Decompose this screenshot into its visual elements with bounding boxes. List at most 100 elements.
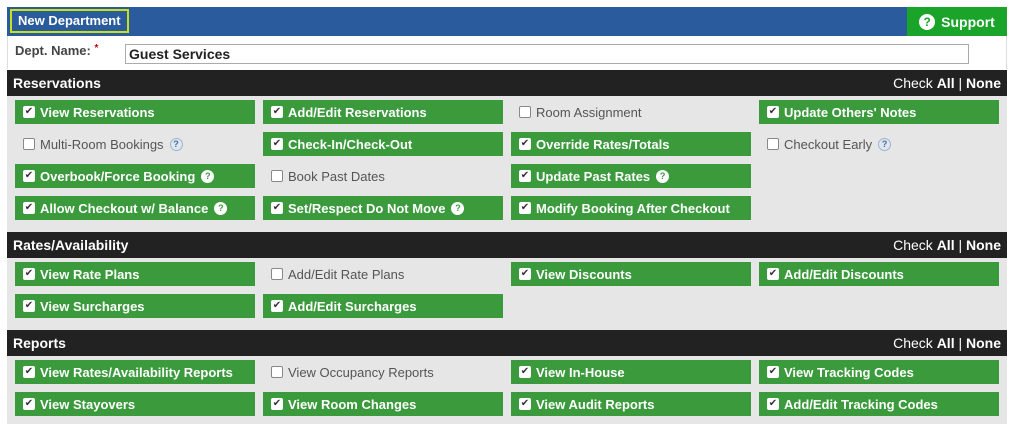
help-icon[interactable]: ? bbox=[169, 137, 183, 151]
checkbox-checked-icon[interactable]: ✔ bbox=[767, 268, 779, 280]
permission-label: View Rate Plans bbox=[40, 266, 140, 282]
section-body: ✔ View Rate Plans Add/Edit Rate Plans ✔ View… bbox=[7, 258, 1007, 330]
permission-checkbox[interactable]: ✔ View Audit Reports bbox=[511, 392, 751, 416]
checkbox-unchecked-icon[interactable] bbox=[271, 366, 283, 378]
check-links: Check All | None bbox=[893, 237, 1001, 253]
check-none-link[interactable]: None bbox=[966, 75, 1001, 91]
permission-checkbox[interactable]: ✔ Allow Checkout w/ Balance? bbox=[15, 196, 255, 220]
checkbox-checked-icon[interactable]: ✔ bbox=[519, 202, 531, 214]
permission-checkbox[interactable]: ✔ Override Rates/Totals bbox=[511, 132, 751, 156]
required-marker: * bbox=[94, 43, 99, 54]
help-icon[interactable]: ? bbox=[656, 169, 670, 183]
permission-checkbox[interactable]: View Occupancy Reports bbox=[263, 360, 503, 384]
permission-label: Checkout Early bbox=[784, 136, 873, 152]
support-label: Support bbox=[941, 13, 995, 30]
permission-label: Set/Respect Do Not Move bbox=[288, 200, 446, 216]
checkbox-checked-icon[interactable]: ✔ bbox=[519, 366, 531, 378]
permission-label: View Reservations bbox=[40, 104, 155, 120]
permission-label: Add/Edit Tracking Codes bbox=[784, 396, 938, 412]
permission-label: Update Others' Notes bbox=[784, 104, 917, 120]
permission-checkbox[interactable]: ✔ Modify Booking After Checkout bbox=[511, 196, 751, 220]
permission-checkbox[interactable]: ✔ Add/Edit Surcharges bbox=[263, 294, 503, 318]
check-none-link[interactable]: None bbox=[966, 237, 1001, 253]
checkbox-checked-icon[interactable]: ✔ bbox=[23, 268, 35, 280]
permission-checkbox[interactable]: ✔ View Discounts bbox=[511, 262, 751, 286]
checkbox-checked-icon[interactable]: ✔ bbox=[519, 398, 531, 410]
checkbox-checked-icon[interactable]: ✔ bbox=[23, 366, 35, 378]
permission-checkbox[interactable]: Checkout Early? bbox=[759, 132, 999, 156]
permission-checkbox[interactable]: ✔ View Stayovers bbox=[15, 392, 255, 416]
section-body: ✔ View Reservations ✔ Add/Edit Reservations… bbox=[7, 96, 1007, 232]
help-icon[interactable]: ? bbox=[214, 201, 228, 215]
permission-label: Check-In/Check-Out bbox=[288, 136, 413, 152]
check-none-link[interactable]: None bbox=[966, 335, 1001, 351]
checkbox-checked-icon[interactable]: ✔ bbox=[519, 138, 531, 150]
check-all-link[interactable]: All bbox=[937, 335, 955, 351]
permission-label: View Room Changes bbox=[288, 396, 417, 412]
permission-label: View Discounts bbox=[536, 266, 632, 282]
permission-label: View Audit Reports bbox=[536, 396, 655, 412]
checkbox-unchecked-icon[interactable] bbox=[767, 138, 779, 150]
permission-label: Modify Booking After Checkout bbox=[536, 200, 730, 216]
checkbox-checked-icon[interactable]: ✔ bbox=[271, 106, 283, 118]
checkbox-checked-icon[interactable]: ✔ bbox=[271, 300, 283, 312]
permission-label: View Tracking Codes bbox=[784, 364, 914, 380]
permission-checkbox[interactable]: ✔ View Surcharges bbox=[15, 294, 255, 318]
section-body: ✔ View Rates/Availability Reports View Occ… bbox=[7, 356, 1007, 424]
permission-checkbox[interactable]: Book Past Dates bbox=[263, 164, 503, 188]
checkbox-unchecked-icon[interactable] bbox=[271, 268, 283, 280]
support-button[interactable]: ? Support bbox=[907, 7, 1007, 36]
checkbox-checked-icon[interactable]: ✔ bbox=[519, 170, 531, 182]
permission-checkbox[interactable]: ✔ Add/Edit Tracking Codes bbox=[759, 392, 999, 416]
checkbox-unchecked-icon[interactable] bbox=[271, 170, 283, 182]
checkbox-checked-icon[interactable]: ✔ bbox=[23, 170, 35, 182]
question-circle-icon: ? bbox=[919, 13, 936, 30]
permission-checkbox[interactable]: ✔ View Room Changes bbox=[263, 392, 503, 416]
checkbox-checked-icon[interactable]: ✔ bbox=[23, 202, 35, 214]
check-links: Check All | None bbox=[893, 335, 1001, 351]
permission-checkbox[interactable]: Room Assignment bbox=[511, 100, 751, 124]
permission-label: Allow Checkout w/ Balance bbox=[40, 200, 209, 216]
permission-checkbox[interactable]: ✔ Set/Respect Do Not Move? bbox=[263, 196, 503, 220]
permission-checkbox[interactable]: Add/Edit Rate Plans bbox=[263, 262, 503, 286]
permission-checkbox[interactable]: ✔ View Rate Plans bbox=[15, 262, 255, 286]
checkbox-checked-icon[interactable]: ✔ bbox=[23, 106, 35, 118]
permission-label: View Occupancy Reports bbox=[288, 364, 434, 380]
checkbox-checked-icon[interactable]: ✔ bbox=[23, 300, 35, 312]
permission-checkbox[interactable]: ✔ Overbook/Force Booking? bbox=[15, 164, 255, 188]
check-links: Check All | None bbox=[893, 75, 1001, 91]
checkbox-checked-icon[interactable]: ✔ bbox=[23, 398, 35, 410]
check-all-link[interactable]: All bbox=[937, 75, 955, 91]
help-icon[interactable]: ? bbox=[201, 169, 215, 183]
permission-checkbox[interactable]: ✔ Check-In/Check-Out bbox=[263, 132, 503, 156]
checkbox-checked-icon[interactable]: ✔ bbox=[271, 202, 283, 214]
checkbox-checked-icon[interactable]: ✔ bbox=[271, 138, 283, 150]
dept-name-input[interactable] bbox=[125, 44, 969, 64]
permission-checkbox[interactable]: ✔ Update Past Rates? bbox=[511, 164, 751, 188]
permission-checkbox[interactable]: ✔ View Rates/Availability Reports bbox=[15, 360, 255, 384]
checkbox-unchecked-icon[interactable] bbox=[23, 138, 35, 150]
permission-label: Add/Edit Reservations bbox=[288, 104, 427, 120]
page-title: New Department bbox=[10, 9, 129, 33]
permission-label: View Rates/Availability Reports bbox=[40, 364, 233, 380]
section-header: Rates/Availability Check All | None bbox=[7, 232, 1007, 258]
help-icon[interactable]: ? bbox=[451, 201, 465, 215]
permission-label: Book Past Dates bbox=[288, 168, 385, 184]
check-all-link[interactable]: All bbox=[937, 237, 955, 253]
checkbox-checked-icon[interactable]: ✔ bbox=[519, 268, 531, 280]
checkbox-unchecked-icon[interactable] bbox=[519, 106, 531, 118]
permission-checkbox[interactable]: ✔ View Tracking Codes bbox=[759, 360, 999, 384]
help-icon[interactable]: ? bbox=[878, 137, 892, 151]
permission-checkbox[interactable]: ✔ Update Others' Notes bbox=[759, 100, 999, 124]
permission-checkbox[interactable]: ✔ Add/Edit Reservations bbox=[263, 100, 503, 124]
checkbox-checked-icon[interactable]: ✔ bbox=[271, 398, 283, 410]
permission-checkbox[interactable]: ✔ View In-House bbox=[511, 360, 751, 384]
permission-label: Add/Edit Rate Plans bbox=[288, 266, 405, 282]
permission-checkbox[interactable]: ✔ Add/Edit Discounts bbox=[759, 262, 999, 286]
permission-checkbox[interactable]: ✔ View Reservations bbox=[15, 100, 255, 124]
permission-checkbox[interactable]: Multi-Room Bookings? bbox=[15, 132, 255, 156]
checkbox-checked-icon[interactable]: ✔ bbox=[767, 398, 779, 410]
checkbox-checked-icon[interactable]: ✔ bbox=[767, 366, 779, 378]
checkbox-checked-icon[interactable]: ✔ bbox=[767, 106, 779, 118]
permission-label: Multi-Room Bookings bbox=[40, 136, 164, 152]
